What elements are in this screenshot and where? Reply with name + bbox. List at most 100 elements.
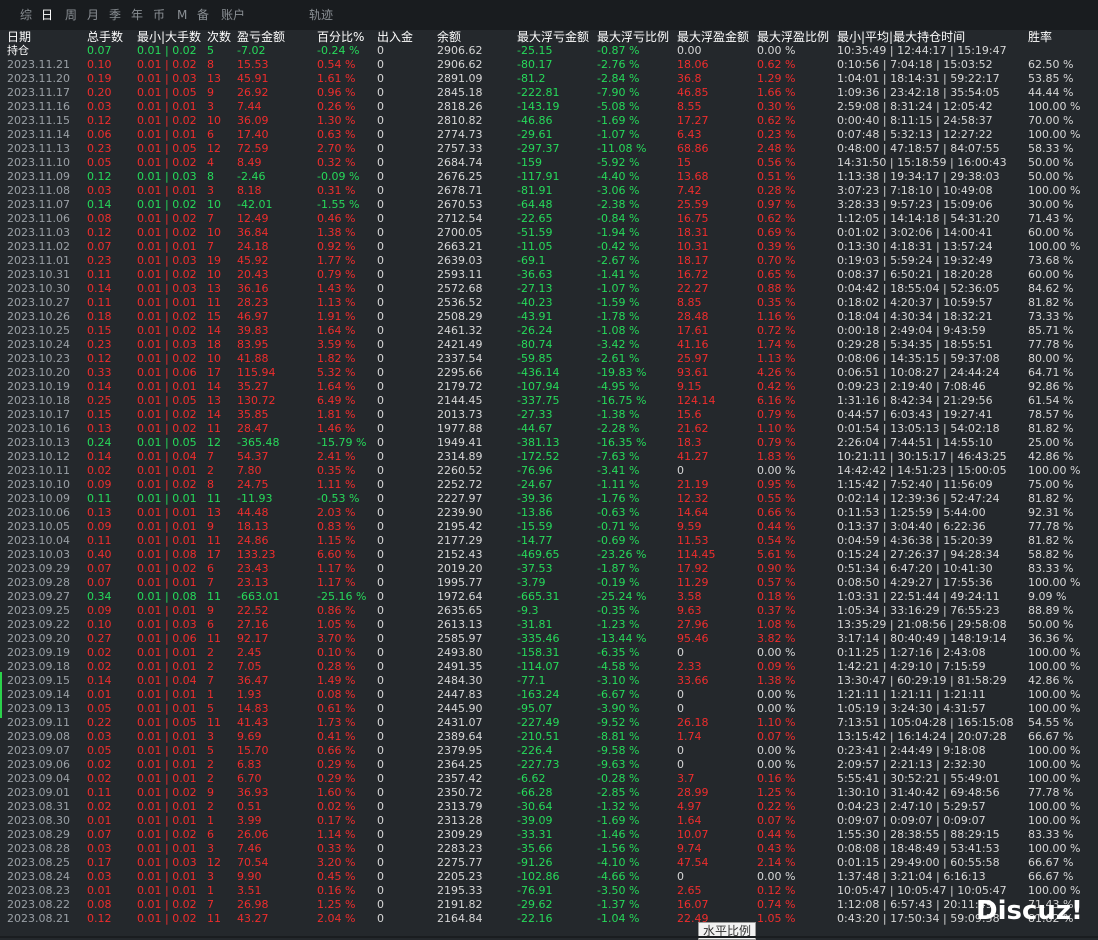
table-row[interactable]: 2023.08.23 0.01 0.01 | 0.01 1 3.51 0.16 % 0 219…	[0, 884, 1098, 898]
header-deposit[interactable]: 出入金	[377, 30, 413, 44]
cell-percent: 1.43 %	[317, 282, 356, 295]
table-row[interactable]: 2023.10.25 0.15 0.01 | 0.02 14 39.83 1.64 % 0 2…	[0, 324, 1098, 338]
tab-8[interactable]: 备	[194, 6, 212, 24]
table-row[interactable]: 2023.09.11 0.22 0.01 | 0.05 11 41.43 1.73 % 0 2…	[0, 716, 1098, 730]
header-min-max-lots[interactable]: 最小|大手数	[137, 30, 201, 44]
table-row[interactable]: 2023.09.06 0.02 0.01 | 0.01 2 6.83 0.29 % 0 236…	[0, 758, 1098, 772]
table-row[interactable]: 2023.11.07 0.14 0.01 | 0.02 10 -42.01 -1.55 %…	[0, 198, 1098, 212]
table-row[interactable]: 持仓 0.07 0.01 | 0.02 5 -7.02 -0.24 % 0 2906.62 -2…	[0, 44, 1098, 58]
tab-2[interactable]: 周	[62, 6, 80, 24]
cell-deposit: 0	[377, 296, 384, 309]
table-row[interactable]: 2023.11.08 0.03 0.01 | 0.01 3 8.18 0.31 % 0 267…	[0, 184, 1098, 198]
table-row[interactable]: 2023.10.06 0.13 0.01 | 0.01 13 44.48 2.03 % 0 2…	[0, 506, 1098, 520]
table-row[interactable]: 2023.11.10 0.05 0.01 | 0.02 4 8.49 0.32 % 0 268…	[0, 156, 1098, 170]
table-row[interactable]: 2023.09.27 0.34 0.01 | 0.08 11 -663.01 -25.16…	[0, 590, 1098, 604]
table-row[interactable]: 2023.11.14 0.06 0.01 | 0.01 6 17.40 0.63 % 0 27…	[0, 128, 1098, 142]
table-row[interactable]: 2023.11.20 0.19 0.01 | 0.03 13 45.91 1.61 % 0 2…	[0, 72, 1098, 86]
tab-1[interactable]: 日	[38, 6, 56, 24]
table-row[interactable]: 2023.10.05 0.09 0.01 | 0.01 9 18.13 0.83 % 0 21…	[0, 520, 1098, 534]
table-row[interactable]: 2023.11.21 0.10 0.01 | 0.02 8 15.53 0.54 % 0 29…	[0, 58, 1098, 72]
table-row[interactable]: 2023.11.09 0.12 0.01 | 0.03 8 -2.46 -0.09 % 0 2…	[0, 170, 1098, 184]
table-row[interactable]: 2023.11.01 0.23 0.01 | 0.03 19 45.92 1.77 % 0 2…	[0, 254, 1098, 268]
header-count[interactable]: 次数	[207, 30, 231, 44]
table-row[interactable]: 2023.10.13 0.24 0.01 | 0.05 12 -365.48 -15.79…	[0, 436, 1098, 450]
table-row[interactable]: 2023.09.13 0.05 0.01 | 0.01 5 14.83 0.61 % 0 24…	[0, 702, 1098, 716]
table-row[interactable]: 2023.09.08 0.03 0.01 | 0.01 3 9.69 0.41 % 0 238…	[0, 730, 1098, 744]
header-total-lots[interactable]: 总手数	[87, 30, 123, 44]
table-row[interactable]: 2023.09.18 0.02 0.01 | 0.01 2 7.05 0.28 % 0 249…	[0, 660, 1098, 674]
table-row[interactable]: 2023.09.25 0.09 0.01 | 0.01 9 22.52 0.86 % 0 26…	[0, 604, 1098, 618]
tab-3[interactable]: 月	[84, 6, 102, 24]
cell-balance: 2712.54	[437, 212, 483, 225]
cell-min-max-lots: 0.01 | 0.03	[137, 618, 197, 631]
table-row[interactable]: 2023.10.16 0.13 0.01 | 0.02 11 28.47 1.46 % 0 1…	[0, 422, 1098, 436]
table-row[interactable]: 2023.09.29 0.07 0.01 | 0.02 6 23.43 1.17 % 0 20…	[0, 562, 1098, 576]
table-row[interactable]: 2023.09.04 0.02 0.01 | 0.01 2 6.70 0.29 % 0 235…	[0, 772, 1098, 786]
table-row[interactable]: 2023.08.29 0.07 0.01 | 0.02 6 26.06 1.14 % 0 23…	[0, 828, 1098, 842]
table-row[interactable]: 2023.09.15 0.14 0.01 | 0.04 7 36.47 1.49 % 0 24…	[0, 674, 1098, 688]
table-row[interactable]: 2023.08.30 0.01 0.01 | 0.01 1 3.99 0.17 % 0 231…	[0, 814, 1098, 828]
table-row[interactable]: 2023.10.09 0.11 0.01 | 0.01 11 -11.93 -0.53 %…	[0, 492, 1098, 506]
tab-10[interactable]: 轨迹	[306, 6, 336, 24]
table-row[interactable]: 2023.08.22 0.08 0.01 | 0.02 7 26.98 1.25 % 0 21…	[0, 898, 1098, 912]
table-row[interactable]: 2023.11.13 0.23 0.01 | 0.05 12 72.59 2.70 % 0 2…	[0, 142, 1098, 156]
header-hold-time[interactable]: 最小|平均|最大持仓时间	[837, 30, 965, 44]
tab-0[interactable]: 综	[17, 6, 35, 24]
header-balance[interactable]: 余额	[437, 30, 461, 44]
table-row[interactable]: 2023.09.28 0.07 0.01 | 0.01 7 23.13 1.17 % 0 19…	[0, 576, 1098, 590]
table-row[interactable]: 2023.10.23 0.12 0.01 | 0.02 10 41.88 1.82 % 0 2…	[0, 352, 1098, 366]
table-row[interactable]: 2023.08.31 0.02 0.01 | 0.01 2 0.51 0.02 % 0 231…	[0, 800, 1098, 814]
header-percent[interactable]: 百分比%	[317, 30, 364, 44]
table-row[interactable]: 2023.10.24 0.23 0.01 | 0.03 18 83.95 3.59 % 0 2…	[0, 338, 1098, 352]
table-row[interactable]: 2023.08.25 0.17 0.01 | 0.03 12 70.54 3.20 % 0 2…	[0, 856, 1098, 870]
tab-7[interactable]: M	[174, 6, 190, 24]
header-max-float-loss-ratio[interactable]: 最大浮亏比例	[597, 30, 669, 44]
table-row[interactable]: 2023.08.28 0.03 0.01 | 0.01 3 7.46 0.33 % 0 228…	[0, 842, 1098, 856]
table-row[interactable]: 2023.10.30 0.14 0.01 | 0.03 13 36.16 1.43 % 0 2…	[0, 282, 1098, 296]
cell-max-float-loss: -80.17	[517, 58, 553, 71]
cell-balance: 2314.89	[437, 450, 483, 463]
table-row[interactable]: 2023.10.26 0.18 0.01 | 0.02 15 46.97 1.91 % 0 2…	[0, 310, 1098, 324]
header-max-float-profit-ratio[interactable]: 最大浮盈比例	[757, 30, 829, 44]
table-row[interactable]: 2023.10.17 0.15 0.01 | 0.02 14 35.85 1.81 % 0 2…	[0, 408, 1098, 422]
table-row[interactable]: 2023.11.16 0.03 0.01 | 0.01 3 7.44 0.26 % 0 281…	[0, 100, 1098, 114]
table-row[interactable]: 2023.10.19 0.14 0.01 | 0.01 14 35.27 1.64 % 0 2…	[0, 380, 1098, 394]
header-max-float-profit[interactable]: 最大浮盈金额	[677, 30, 749, 44]
table-row[interactable]: 2023.10.20 0.33 0.01 | 0.06 17 115.94 5.32 % 0…	[0, 366, 1098, 380]
table-row[interactable]: 2023.10.18 0.25 0.01 | 0.05 13 130.72 6.49 % 0…	[0, 394, 1098, 408]
table-row[interactable]: 2023.11.17 0.20 0.01 | 0.05 9 26.92 0.96 % 0 28…	[0, 86, 1098, 100]
table-row[interactable]: 2023.08.21 0.12 0.01 | 0.02 11 43.27 2.04 % 0 2…	[0, 912, 1098, 926]
table-row[interactable]: 2023.10.10 0.09 0.01 | 0.02 8 24.75 1.11 % 0 22…	[0, 478, 1098, 492]
tab-9[interactable]: 账户	[218, 6, 248, 24]
table-row[interactable]: 2023.11.15 0.12 0.01 | 0.02 10 36.09 1.30 % 0 2…	[0, 114, 1098, 128]
header-profit[interactable]: 盈亏金额	[237, 30, 285, 44]
table-row[interactable]: 2023.08.24 0.03 0.01 | 0.01 3 9.90 0.45 % 0 220…	[0, 870, 1098, 884]
tab-6[interactable]: 币	[150, 6, 168, 24]
table-row[interactable]: 2023.10.31 0.11 0.01 | 0.02 10 20.43 0.79 % 0 2…	[0, 268, 1098, 282]
cell-min-max-lots: 0.01 | 0.08	[137, 590, 197, 603]
table-row[interactable]: 2023.09.07 0.05 0.01 | 0.01 5 15.70 0.66 % 0 23…	[0, 744, 1098, 758]
table-row[interactable]: 2023.09.20 0.27 0.01 | 0.06 11 92.17 3.70 % 0 2…	[0, 632, 1098, 646]
tab-5[interactable]: 年	[128, 6, 146, 24]
table-row[interactable]: 2023.09.01 0.11 0.01 | 0.02 9 36.93 1.60 % 0 23…	[0, 786, 1098, 800]
cell-deposit: 0	[377, 772, 384, 785]
cell-date: 2023.09.13	[7, 702, 70, 715]
table-row[interactable]: 2023.10.03 0.40 0.01 | 0.08 17 133.23 6.60 % 0…	[0, 548, 1098, 562]
cell-min-max-lots: 0.01 | 0.01	[137, 128, 197, 141]
table-row[interactable]: 2023.10.27 0.11 0.01 | 0.01 11 28.23 1.13 % 0 2…	[0, 296, 1098, 310]
table-row[interactable]: 2023.11.06 0.08 0.01 | 0.02 7 12.49 0.46 % 0 27…	[0, 212, 1098, 226]
cell-percent: 1.25 %	[317, 898, 356, 911]
table-row[interactable]: 2023.09.22 0.10 0.01 | 0.03 6 27.16 1.05 % 0 26…	[0, 618, 1098, 632]
header-max-float-loss[interactable]: 最大浮亏金额	[517, 30, 589, 44]
table-row[interactable]: 2023.10.04 0.11 0.01 | 0.01 11 24.86 1.15 % 0 2…	[0, 534, 1098, 548]
table-row[interactable]: 2023.09.14 0.01 0.01 | 0.01 1 1.93 0.08 % 0 244…	[0, 688, 1098, 702]
table-row[interactable]: 2023.10.11 0.02 0.01 | 0.01 2 7.80 0.35 % 0 226…	[0, 464, 1098, 478]
header-date[interactable]: 日期	[7, 30, 31, 44]
table-row[interactable]: 2023.09.19 0.02 0.01 | 0.01 2 2.45 0.10 % 0 249…	[0, 646, 1098, 660]
tab-4[interactable]: 季	[106, 6, 124, 24]
table-row[interactable]: 2023.11.03 0.12 0.01 | 0.02 10 36.84 1.38 % 0 2…	[0, 226, 1098, 240]
table-row[interactable]: 2023.10.12 0.14 0.01 | 0.04 7 54.37 2.41 % 0 23…	[0, 450, 1098, 464]
table-row[interactable]: 2023.11.02 0.07 0.01 | 0.01 7 24.18 0.92 % 0 26…	[0, 240, 1098, 254]
cell-max-float-profit-ratio: 1.10 %	[757, 422, 796, 435]
header-win-rate[interactable]: 胜率	[1028, 30, 1052, 44]
